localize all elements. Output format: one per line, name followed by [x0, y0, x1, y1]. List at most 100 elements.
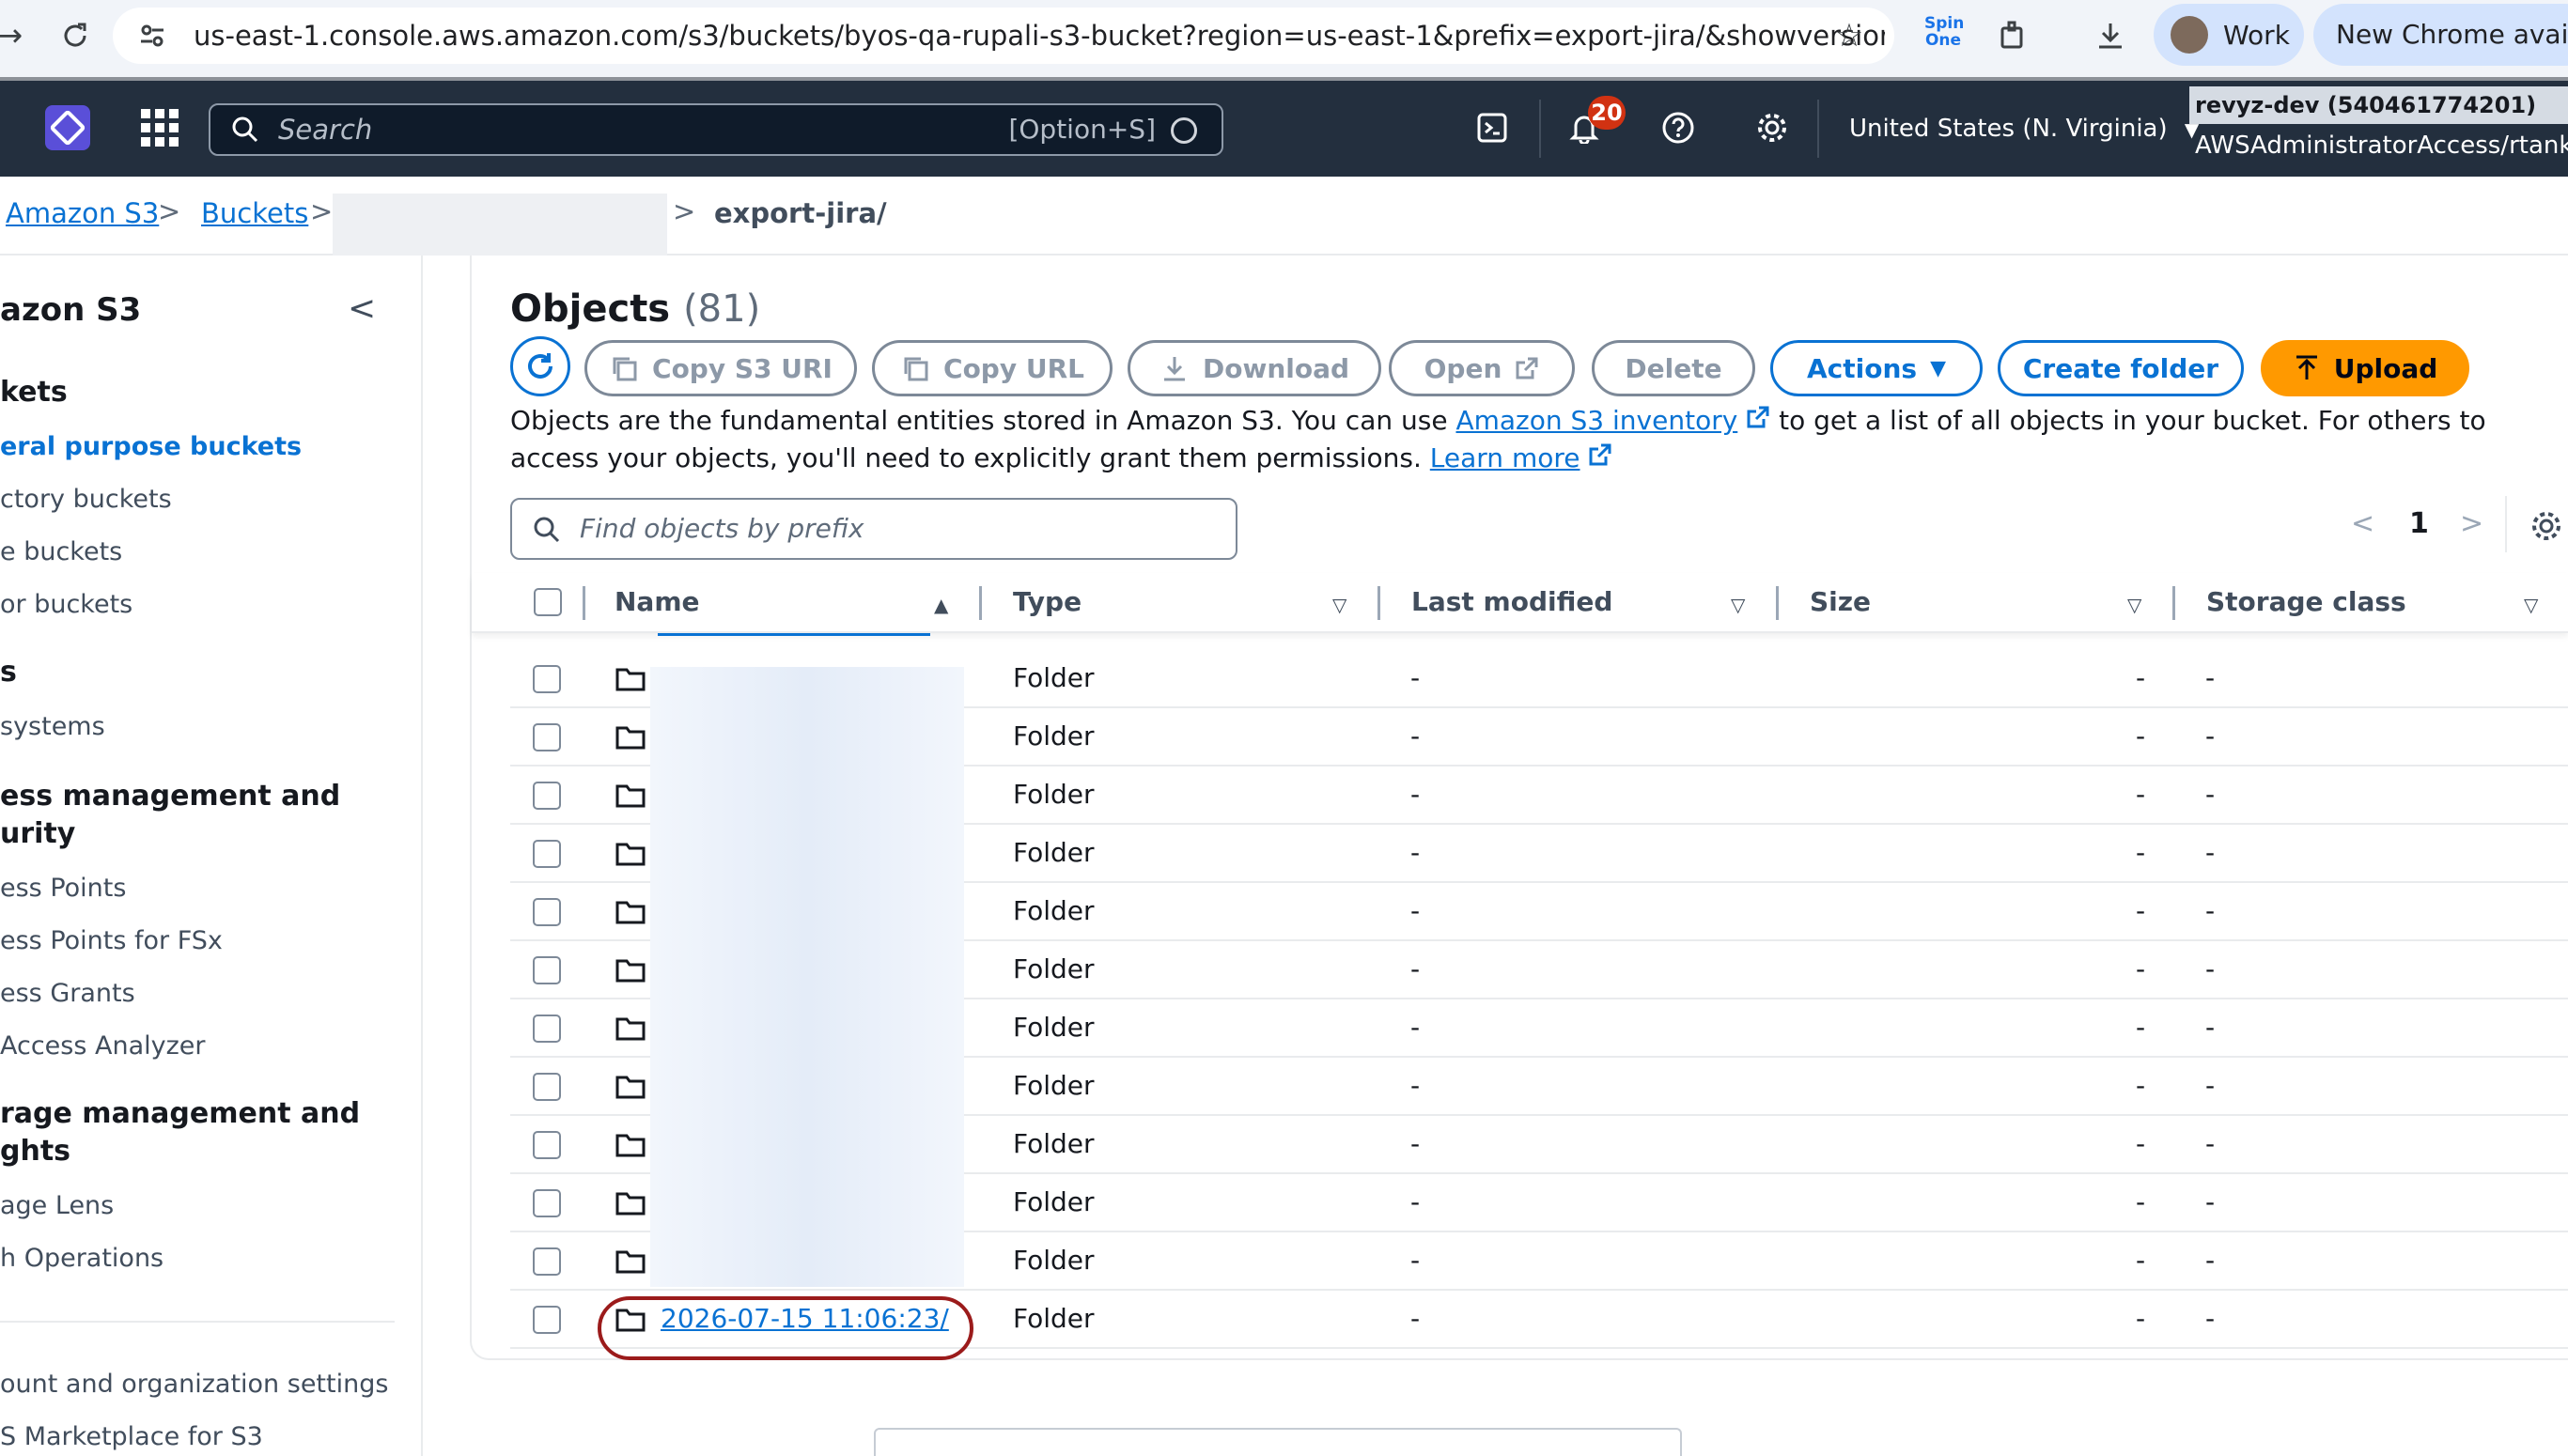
object-storage-class: - [2205, 895, 2216, 926]
sidebar-item-marketplace[interactable]: S Marketplace for S3 [0, 1422, 263, 1451]
sort-icon[interactable]: ▽ [1731, 594, 1745, 616]
new-chrome-available-button[interactable]: New Chrome availab [2313, 4, 2568, 66]
find-objects-placeholder: Find objects by prefix [580, 513, 864, 544]
copy-url-button[interactable]: Copy URL [872, 340, 1113, 396]
select-all-checkbox[interactable] [534, 588, 562, 616]
refresh-button[interactable] [510, 336, 570, 396]
delete-button[interactable]: Delete [1592, 340, 1755, 396]
sidebar-item-table-buckets[interactable]: e buckets [0, 537, 122, 566]
folder-icon [615, 668, 646, 691]
external-link-icon [1516, 357, 1538, 379]
upload-button[interactable]: Upload [2261, 340, 2469, 396]
amazon-q-icon[interactable] [1171, 117, 1197, 144]
console-search-input[interactable]: Search [Option+S] [209, 103, 1223, 156]
help-icon[interactable] [1656, 105, 1701, 150]
object-storage-class: - [2205, 1186, 2216, 1217]
column-header-size[interactable]: Size [1810, 586, 1871, 617]
column-header-storage-class[interactable]: Storage class [2206, 586, 2406, 617]
row-checkbox[interactable] [533, 840, 561, 868]
next-page-icon[interactable]: > [2460, 507, 2483, 540]
account-name-banner: revyz-dev (540461774201) [2189, 86, 2568, 124]
sidebar-item-storage-lens[interactable]: age Lens [0, 1191, 114, 1220]
row-checkbox[interactable] [533, 956, 561, 984]
object-size: - [2136, 1128, 2146, 1159]
table-header: Name ▲ Type ▽ Last modified ▽ Size ▽ Sto… [472, 573, 2568, 633]
row-checkbox[interactable] [533, 898, 561, 926]
page-number[interactable]: 1 [2409, 507, 2429, 540]
settings-gear-icon[interactable] [1750, 105, 1795, 150]
download-button[interactable]: Download [1128, 340, 1381, 396]
object-last-modified: - [1410, 1245, 1421, 1276]
sort-icon[interactable]: ▽ [2127, 594, 2141, 616]
table-preferences-gear-icon[interactable] [2529, 509, 2563, 547]
copy-s3-uri-button[interactable]: Copy S3 URI [584, 340, 857, 396]
sidebar-item-directory-buckets[interactable]: ctory buckets [0, 485, 172, 514]
header-divider [1539, 100, 1541, 158]
column-divider [979, 586, 982, 620]
column-header-type[interactable]: Type [1013, 586, 1082, 617]
open-label: Open [1424, 352, 1502, 384]
breadcrumb-amazon-s3[interactable]: Amazon S3 [6, 197, 159, 229]
folder-icon [615, 1076, 646, 1099]
forward-icon[interactable]: → [0, 13, 32, 58]
object-last-modified: - [1410, 1012, 1421, 1043]
object-last-modified: - [1410, 837, 1421, 868]
services-grid-icon[interactable] [141, 109, 179, 147]
breadcrumb-buckets[interactable]: Buckets [201, 197, 308, 229]
find-objects-input[interactable]: Find objects by prefix [510, 498, 1237, 560]
sidebar-heading-access-points: s [0, 656, 17, 689]
reload-icon[interactable] [53, 13, 98, 58]
region-selector[interactable]: United States (N. Virginia) ▼ [1849, 81, 2199, 177]
row-checkbox[interactable] [533, 723, 561, 751]
column-header-name[interactable]: Name [615, 586, 700, 617]
create-folder-button[interactable]: Create folder [1998, 340, 2244, 396]
bookmark-star-icon[interactable]: ☆ [1827, 13, 1872, 58]
collapse-sidebar-icon[interactable]: < [348, 289, 376, 328]
folder-icon [615, 726, 646, 750]
actions-dropdown-button[interactable]: Actions ▼ [1770, 340, 1983, 396]
upload-icon [2296, 355, 2317, 379]
object-size: - [2136, 720, 2146, 751]
row-checkbox[interactable] [533, 1247, 561, 1276]
url-text[interactable]: us-east-1.console.aws.amazon.com/s3/buck… [194, 8, 1885, 64]
sidebar-item-file-systems[interactable]: systems [0, 712, 105, 741]
row-checkbox[interactable] [533, 1015, 561, 1043]
sidebar-item-account-settings[interactable]: ount and organization settings [0, 1370, 388, 1399]
objects-heading: Objects (81) [510, 287, 760, 331]
sidebar-item-access-points[interactable]: ess Points [0, 874, 126, 903]
account-role-menu[interactable]: AWSAdministratorAccess/rtankar@s [2195, 132, 2568, 160]
column-header-last-modified[interactable]: Last modified [1411, 586, 1612, 617]
sidebar-item-vector-buckets[interactable]: or buckets [0, 590, 132, 619]
aws-service-logo-icon[interactable] [45, 105, 90, 150]
sidebar-item-batch-operations[interactable]: h Operations [0, 1244, 163, 1273]
object-size: - [2136, 662, 2146, 693]
extensions-puzzle-icon[interactable] [1990, 13, 2035, 58]
sidebar-item-access-points-fsx[interactable]: ess Points for FSx [0, 926, 223, 955]
spin-one-extension-icon[interactable]: Spin One [1924, 15, 1964, 56]
s3-inventory-link[interactable]: Amazon S3 inventory [1455, 405, 1737, 436]
sidebar-item-access-analyzer[interactable]: Access Analyzer [0, 1031, 206, 1061]
row-checkbox[interactable] [533, 782, 561, 810]
row-checkbox[interactable] [533, 665, 561, 693]
sort-icon[interactable]: ▽ [2524, 594, 2538, 616]
downloads-icon[interactable] [2088, 13, 2133, 58]
address-bar[interactable]: us-east-1.console.aws.amazon.com/s3/buck… [113, 8, 1894, 64]
row-checkbox[interactable] [533, 1131, 561, 1159]
sort-ascending-icon[interactable]: ▲ [934, 594, 948, 616]
learn-more-link[interactable]: Learn more [1430, 442, 1580, 473]
row-checkbox[interactable] [533, 1189, 561, 1217]
open-button[interactable]: Open [1389, 340, 1575, 396]
previous-page-icon[interactable]: < [2351, 507, 2374, 540]
row-checkbox[interactable] [533, 1073, 561, 1101]
sidebar-item-general-purpose-buckets[interactable]: eral purpose buckets [0, 432, 302, 461]
upload-label: Upload [2333, 352, 2438, 384]
object-size: - [2136, 837, 2146, 868]
sidebar-item-access-grants[interactable]: ess Grants [0, 979, 135, 1008]
sort-icon[interactable]: ▽ [1332, 594, 1346, 616]
object-storage-class: - [2205, 662, 2216, 693]
site-settings-icon[interactable] [137, 21, 167, 54]
row-checkbox[interactable] [533, 1306, 561, 1334]
cloudshell-icon[interactable] [1470, 105, 1515, 150]
profile-chip[interactable]: Work [2154, 4, 2304, 66]
download-label: Download [1202, 352, 1350, 384]
